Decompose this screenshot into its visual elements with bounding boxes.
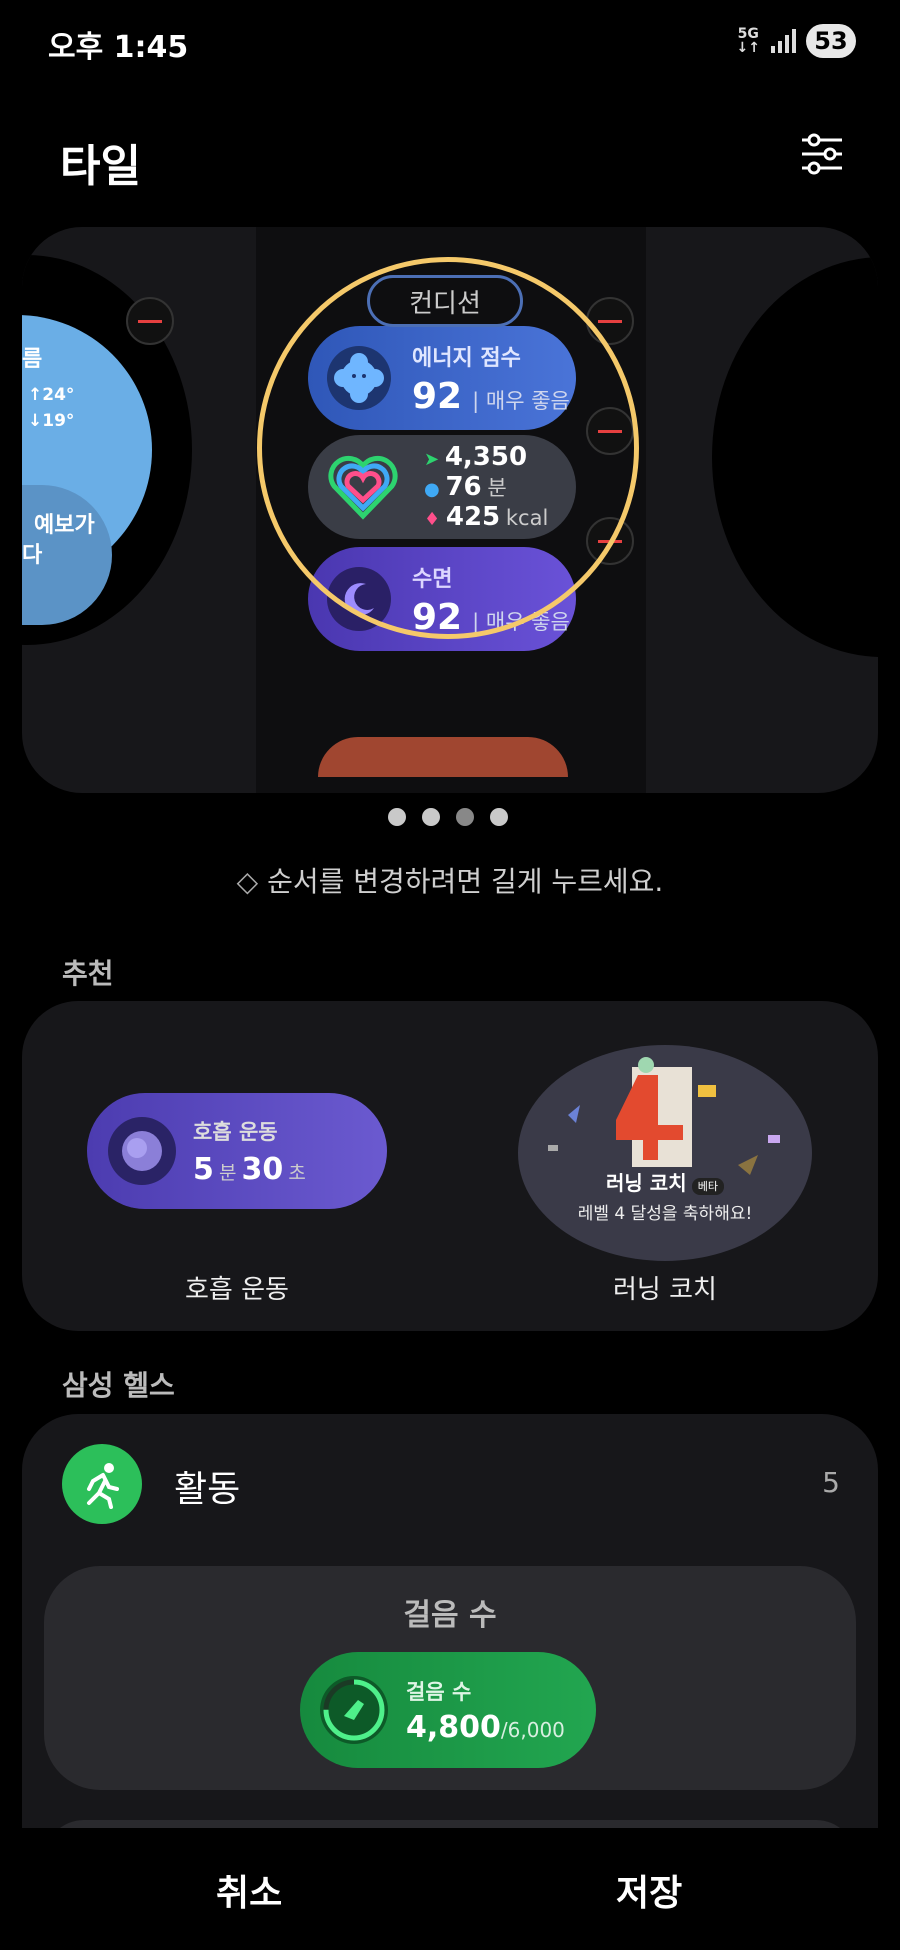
reorder-icon: ◇ <box>236 865 259 898</box>
steps-card[interactable]: 걸음 수 걸음 수 4,800/6,000 <box>44 1566 856 1790</box>
network-5g-icon: 5G ↓↑ <box>737 27 760 55</box>
running-coach-label: 러닝 코치 <box>613 1275 717 1305</box>
activity-running-icon <box>62 1444 142 1524</box>
page-dot-active <box>456 808 474 826</box>
network-label: 5G <box>737 26 759 42</box>
condition-tile-label: 컨디션 <box>367 275 523 327</box>
steps-goal: /6,000 <box>500 1717 565 1742</box>
cancel-button[interactable]: 취소 <box>216 1864 282 1916</box>
steps-tile[interactable]: 걸음 수 4,800/6,000 <box>300 1652 596 1768</box>
weather-temp-low: ↓19° <box>28 411 75 431</box>
signal-icon <box>771 29 796 53</box>
save-button[interactable]: 저장 <box>616 1864 682 1916</box>
breathing-icon <box>108 1117 176 1185</box>
next-tile-peek <box>318 737 568 777</box>
settings-sliders-icon[interactable] <box>800 132 844 176</box>
status-time: 오후 1:45 <box>48 30 189 65</box>
steps-tile-label: 걸음 수 <box>406 1679 472 1704</box>
page-dot <box>490 808 508 826</box>
breathing-sec: 30 <box>241 1151 284 1187</box>
status-icons: 5G ↓↑ 53 <box>737 24 856 58</box>
minus-icon <box>598 319 622 323</box>
confetti-trophy-icon <box>548 1057 780 1175</box>
runner-icon <box>87 1463 119 1509</box>
breathing-tile-title: 호흡 운동 <box>193 1119 278 1144</box>
network-arrows: ↓↑ <box>736 40 760 56</box>
activity-label[interactable]: 활동 <box>174 1460 240 1512</box>
page-title: 타일 <box>60 141 141 192</box>
reorder-hint-text: 순서를 변경하려면 길게 누르세요. <box>267 865 664 898</box>
section-title-samsung-health: 삼성 헬스 <box>62 1369 175 1402</box>
recommended-card: 호흡 운동 5 분 30 초 호흡 운동 러닝 코치 베타 레벨 4 달성을 축… <box>22 1001 878 1331</box>
running-tile-title: 러닝 코치 <box>606 1171 687 1195</box>
battery-icon: 53 <box>806 24 856 58</box>
breathing-min: 5 <box>193 1151 214 1187</box>
tile-carousel[interactable]: 름 ↑24° ↓19° 예보가 다 에너지 점수 92 | 매우 좋음 ➤ 4,… <box>22 227 878 793</box>
page-dot <box>422 808 440 826</box>
reorder-hint: ◇ 순서를 변경하려면 길게 누르세요. <box>0 860 900 900</box>
steps-card-title: 걸음 수 <box>403 1598 497 1633</box>
right-watch-preview[interactable] <box>712 257 878 657</box>
minus-icon <box>138 319 162 323</box>
weather-line4: 다 <box>22 543 43 568</box>
steps-progress-icon <box>320 1676 388 1744</box>
running-coach-tile[interactable]: 러닝 코치 베타 레벨 4 달성을 축하해요! <box>518 1045 812 1261</box>
remove-tile-button[interactable] <box>126 297 174 345</box>
next-card-peek <box>44 1820 856 1828</box>
breathing-label: 호흡 운동 <box>185 1275 289 1305</box>
activity-count: 5 <box>822 1466 840 1499</box>
steps-value: 4,800 <box>406 1709 501 1745</box>
samsung-health-card: 활동 5 걸음 수 걸음 수 4,800/6,000 <box>22 1414 878 1828</box>
breathing-min-unit: 분 <box>218 1161 237 1184</box>
weather-temp-high: ↑24° <box>28 385 75 405</box>
breathing-tile[interactable]: 호흡 운동 5 분 30 초 <box>87 1093 387 1209</box>
section-title-recommended: 추천 <box>62 957 114 990</box>
page-indicator <box>388 808 508 826</box>
weather-line3: 예보가 <box>34 513 95 538</box>
weather-line1: 름 <box>22 347 43 372</box>
running-message: 레벨 4 달성을 축하해요! <box>577 1204 753 1224</box>
page-dot <box>388 808 406 826</box>
beta-badge: 베타 <box>691 1178 724 1195</box>
breathing-sec-unit: 초 <box>288 1161 306 1184</box>
